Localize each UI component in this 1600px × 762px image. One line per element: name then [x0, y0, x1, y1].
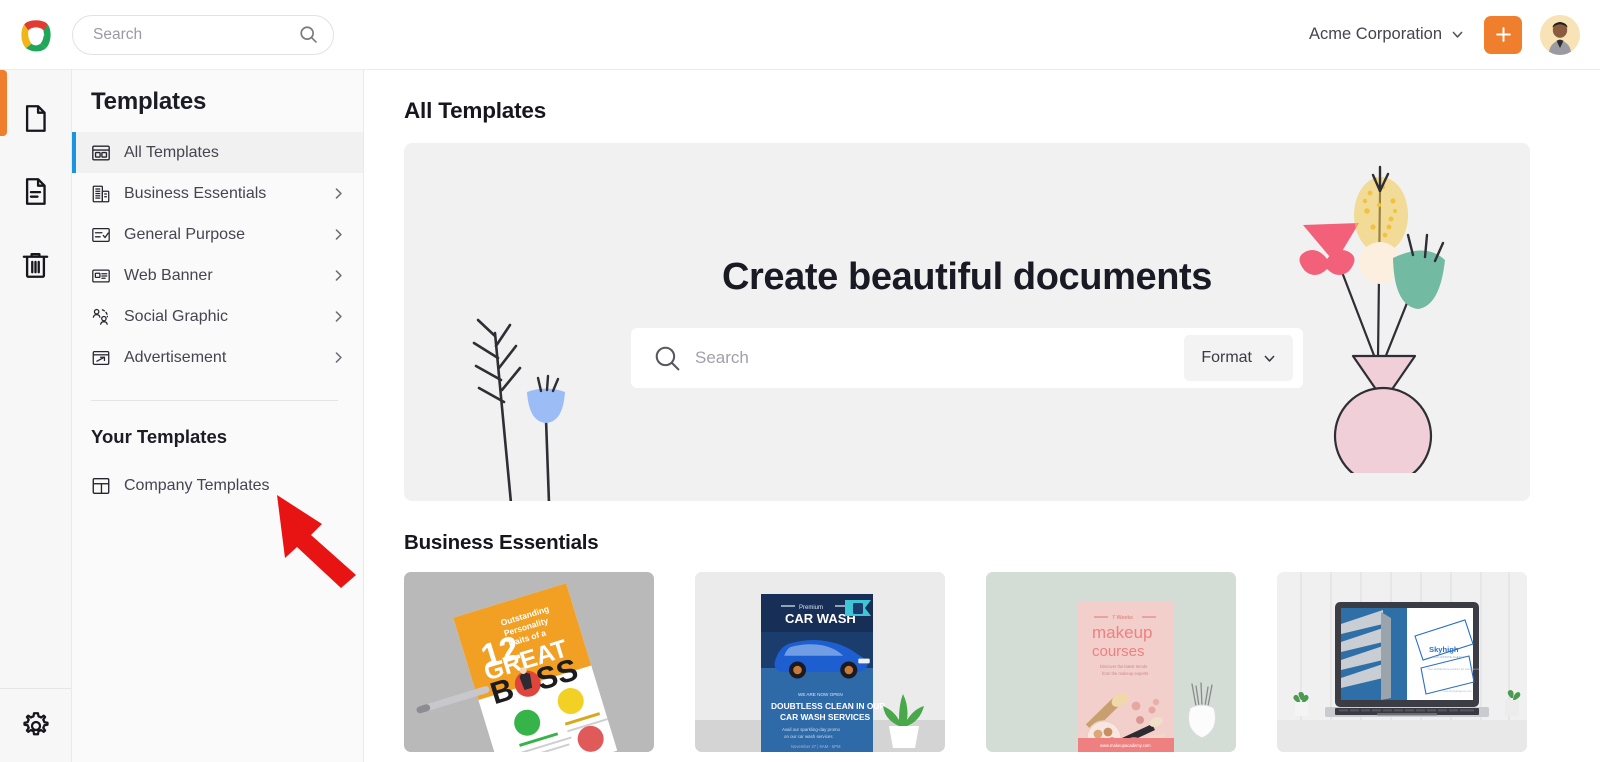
sidebar-item-web-banner[interactable]: Web Banner	[72, 255, 363, 296]
svg-text:DOUBTLESS CLEAN IN OUR: DOUBTLESS CLEAN IN OUR	[771, 701, 885, 711]
rail-item-trash[interactable]	[8, 234, 64, 294]
header-search[interactable]	[72, 14, 334, 55]
svg-text:on our car wash services: on our car wash services	[784, 734, 833, 739]
rail-item-templates[interactable]	[8, 161, 80, 221]
section-title: Business Essentials	[404, 531, 599, 554]
ad-arrow-icon	[92, 350, 110, 365]
chevron-down-icon	[1452, 31, 1463, 38]
app-logo-play-hexagon-icon	[21, 19, 51, 51]
hero-banner: Create beautiful documents Format	[404, 143, 1530, 501]
svg-text:www.makeupacademy.com: www.makeupacademy.com	[1100, 743, 1151, 748]
social-person-icon	[92, 308, 108, 325]
svg-text:CAR WASH SERVICES: CAR WASH SERVICES	[780, 712, 871, 722]
sidebar-item-business-essentials[interactable]: Business Essentials	[72, 173, 363, 214]
company-layout-icon	[92, 477, 110, 494]
svg-text:www.skyhighagency.com: www.skyhighagency.com	[1443, 689, 1472, 693]
top-header: Acme Corporation	[0, 0, 1600, 70]
rail-item-documents[interactable]	[8, 88, 64, 148]
header-actions: Acme Corporation	[1307, 14, 1600, 55]
svg-text:Skyhigh: Skyhigh	[1429, 645, 1459, 654]
plus-icon	[1495, 27, 1511, 42]
icon-rail	[0, 70, 80, 762]
sidebar-item-label: Social Graphic	[124, 307, 229, 325]
svg-text:from the makeup experts: from the makeup experts	[1102, 671, 1148, 676]
sidebar-item-social-graphic[interactable]: Social Graphic	[72, 296, 363, 337]
search-icon	[300, 26, 317, 43]
flower-wheat-blue-tulip-illustration	[472, 318, 565, 501]
chevron-right-icon	[335, 229, 342, 240]
sidebar-item-label: General Purpose	[124, 225, 245, 243]
sidebar-item-company-templates[interactable]: Company Templates	[72, 465, 363, 506]
svg-text:Your architecture partner for: Your architecture partner for excellence	[1427, 667, 1480, 671]
sidebar-item-advertisement[interactable]: Advertisement	[72, 337, 363, 378]
svg-text:Discover the latest trends: Discover the latest trends	[1100, 664, 1147, 669]
template-card-row: 12 Outstanding Personality Traits of a G…	[404, 572, 1530, 752]
svg-text:WE ARE NOW OPEN: WE ARE NOW OPEN	[798, 692, 843, 697]
flower-vase-bouquet-illustration	[1299, 165, 1445, 473]
search-icon	[655, 346, 680, 370]
chevron-down-icon	[1264, 355, 1275, 362]
avatar[interactable]	[1540, 14, 1580, 55]
org-name: Acme Corporation	[1309, 25, 1442, 43]
rail-item-settings[interactable]	[0, 688, 71, 762]
main-content: All Templates Create beautiful documents…	[364, 70, 1600, 762]
rail-accent-bar	[0, 70, 7, 136]
svg-text:courses: courses	[1092, 643, 1145, 660]
document-lines-icon	[25, 177, 46, 205]
sidebar: Templates All Templates Business Essenti…	[72, 70, 364, 762]
search-input[interactable]	[93, 25, 298, 44]
svg-text:Avail our sparkling-day promo: Avail our sparkling-day promo	[782, 727, 841, 732]
sidebar-item-label: Advertisement	[124, 348, 227, 366]
format-dropdown[interactable]: Format	[1184, 335, 1293, 381]
app-body: Templates All Templates Business Essenti…	[0, 70, 1600, 762]
chevron-right-icon	[335, 188, 342, 199]
web-banner-icon	[92, 268, 110, 283]
template-card-car-wash[interactable]: Premium CAR WASH WE ARE NOW OPEN DOUBTLE…	[695, 572, 945, 752]
your-templates-title: Your Templates	[91, 426, 228, 447]
svg-text:November 27 | 9AM - 5PM: November 27 | 9AM - 5PM	[791, 744, 841, 749]
trash-icon	[22, 252, 49, 278]
svg-text:makeup: makeup	[1092, 623, 1152, 642]
create-new-button[interactable]	[1484, 15, 1522, 54]
hero-title: Create beautiful documents	[721, 256, 1213, 298]
app-root: Acme Corporation	[0, 0, 1600, 762]
chevron-right-icon	[335, 352, 342, 363]
org-switcher[interactable]: Acme Corporation	[1307, 19, 1466, 50]
checklist-icon	[92, 227, 110, 242]
template-card-makeup-courses[interactable]: 7 Weeks makeup courses Discover the late…	[986, 572, 1236, 752]
hero-search-bar[interactable]: Format	[631, 328, 1303, 388]
sidebar-title: Templates	[91, 88, 207, 115]
chevron-right-icon	[335, 270, 342, 281]
car-wash-flyer-thumb: Premium CAR WASH WE ARE NOW OPEN DOUBTLE…	[695, 572, 945, 752]
sidebar-item-all-templates[interactable]: All Templates	[72, 132, 363, 173]
great-boss-infographic-thumb: 12 Outstanding Personality Traits of a G…	[404, 572, 654, 752]
gear-icon	[22, 711, 49, 735]
sidebar-item-label: Business Essentials	[124, 184, 267, 202]
page-title: All Templates	[404, 98, 547, 123]
sidebar-item-label: All Templates	[124, 143, 219, 161]
sidebar-item-general-purpose[interactable]: General Purpose	[72, 214, 363, 255]
app-logo[interactable]	[0, 0, 72, 70]
skyhigh-laptop-mockup-thumb: Skyhigh REAL ESTATE AGENCY Your architec…	[1277, 572, 1527, 752]
makeup-courses-poster-thumb: 7 Weeks makeup courses Discover the late…	[986, 572, 1236, 752]
document-blank-icon	[25, 104, 46, 132]
grid-layout-icon	[92, 145, 110, 160]
sidebar-item-label: Web Banner	[124, 266, 213, 284]
sidebar-item-label: Company Templates	[124, 476, 270, 494]
template-card-great-boss[interactable]: 12 Outstanding Personality Traits of a G…	[404, 572, 654, 752]
user-avatar-icon	[1540, 14, 1580, 55]
hero-search-input[interactable]	[695, 348, 1185, 368]
template-card-skyhigh-laptop[interactable]: Skyhigh REAL ESTATE AGENCY Your architec…	[1277, 572, 1527, 752]
svg-text:REAL ESTATE AGENCY: REAL ESTATE AGENCY	[1432, 655, 1465, 659]
building-icon	[92, 185, 110, 202]
chevron-right-icon	[335, 311, 342, 322]
format-label: Format	[1201, 349, 1252, 366]
svg-text:7 Weeks: 7 Weeks	[1112, 615, 1133, 621]
